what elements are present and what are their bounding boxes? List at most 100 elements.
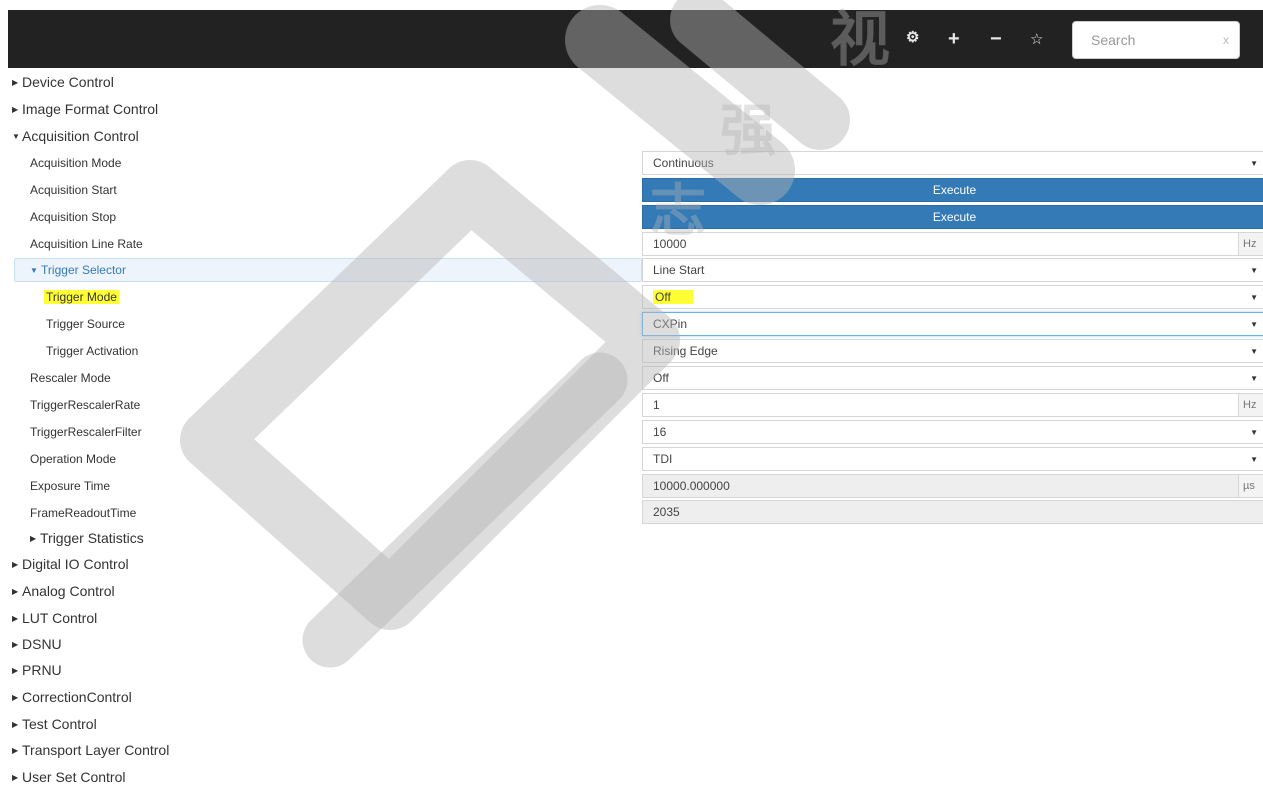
caret-right-icon: ▶ [12, 746, 19, 755]
tree-item-trigger-statistics[interactable]: ▶ Trigger Statistics [30, 530, 144, 546]
plus-icon[interactable]: + [948, 29, 960, 49]
dropdown-arrow-icon: ▼ [1250, 293, 1258, 302]
caret-right-icon: ▶ [12, 693, 19, 702]
tree-item-label: LUT Control [22, 610, 98, 626]
trigger-rescaler-filter-select[interactable]: 16 ▼ [642, 420, 1263, 444]
select-value: CXPin [653, 317, 688, 331]
tree-item-label: CorrectionControl [22, 689, 132, 705]
feature-label-exposure-time: Exposure Time [30, 479, 111, 493]
tree-item-transport-layer-control[interactable]: ▶ Transport Layer Control [12, 742, 169, 758]
tree-item-analog-control[interactable]: ▶ Analog Control [12, 583, 115, 599]
tree-item-label: Device Control [22, 74, 114, 90]
tree-item-label: Trigger Statistics [40, 530, 144, 546]
feature-label-trigger-source: Trigger Source [46, 317, 125, 331]
tree-item-digital-io-control[interactable]: ▶ Digital IO Control [12, 556, 129, 572]
caret-right-icon: ▶ [30, 534, 37, 543]
unit-label: µs [1238, 475, 1263, 497]
tree-item-test-control[interactable]: ▶ Test Control [12, 716, 97, 732]
dropdown-arrow-icon: ▼ [1250, 320, 1258, 329]
feature-label-acquisition-mode: Acquisition Mode [30, 156, 122, 170]
gear-icon[interactable]: ⚙ [906, 30, 919, 46]
feature-label-acquisition-line-rate: Acquisition Line Rate [30, 237, 143, 251]
dropdown-arrow-icon: ▼ [1250, 455, 1258, 464]
frame-readout-time-field: 2035 [642, 500, 1263, 524]
tree-item-lut-control[interactable]: ▶ LUT Control [12, 610, 97, 626]
search-box: x [1072, 21, 1240, 59]
unit-label: Hz [1238, 233, 1263, 255]
caret-right-icon: ▶ [12, 614, 19, 623]
trigger-source-select[interactable]: CXPin ▼ [642, 312, 1263, 336]
tree-item-device-control[interactable]: ▶ Device Control [12, 74, 114, 90]
caret-right-icon: ▶ [12, 666, 19, 675]
trigger-mode-select[interactable]: Off ▼ [642, 285, 1263, 309]
readonly-value: 2035 [653, 505, 680, 519]
dropdown-arrow-icon: ▼ [1250, 428, 1258, 437]
acquisition-mode-select[interactable]: Continuous ▼ [642, 151, 1263, 175]
tree-item-prnu[interactable]: ▶ PRNU [12, 662, 62, 678]
acquisition-start-execute-button[interactable]: Execute [642, 178, 1263, 202]
trigger-activation-select[interactable]: Rising Edge ▼ [642, 339, 1263, 363]
exposure-time-field: 10000.000000 µs [642, 474, 1263, 498]
select-value: Line Start [653, 263, 705, 277]
caret-right-icon: ▶ [12, 587, 19, 596]
select-value: Continuous [653, 156, 714, 170]
readonly-value: 10000.000000 [653, 479, 730, 493]
tree-item-label: Digital IO Control [22, 556, 129, 572]
search-input[interactable] [1073, 22, 1213, 58]
feature-label-operation-mode: Operation Mode [30, 452, 117, 466]
select-value: Off [653, 371, 669, 385]
tree-item-correction-control[interactable]: ▶ CorrectionControl [12, 689, 132, 705]
unit-label: Hz [1238, 394, 1263, 416]
rescaler-mode-select[interactable]: Off ▼ [642, 366, 1263, 390]
caret-right-icon: ▶ [12, 720, 19, 729]
caret-down-icon: ▼ [30, 266, 38, 275]
acquisition-line-rate-input[interactable]: 10000 Hz [642, 232, 1263, 256]
tree-item-acquisition-control[interactable]: ▼ Acquisition Control [12, 128, 139, 144]
input-value: 1 [653, 398, 660, 412]
star-icon[interactable]: ☆ [1030, 32, 1043, 48]
select-value: Off [653, 290, 693, 304]
input-value: 10000 [653, 237, 687, 251]
feature-label-acquisition-stop: Acquisition Stop [30, 210, 117, 224]
tree-item-label: User Set Control [22, 769, 126, 785]
tree-item-label: Image Format Control [22, 101, 159, 117]
minus-icon[interactable]: − [990, 29, 1002, 49]
select-value: TDI [653, 452, 673, 466]
feature-label-trigger-activation: Trigger Activation [46, 344, 139, 358]
select-value: 16 [653, 425, 667, 439]
tree-item-dsnu[interactable]: ▶ DSNU [12, 636, 62, 652]
trigger-rescaler-rate-input[interactable]: 1 Hz [642, 393, 1263, 417]
caret-right-icon: ▶ [12, 105, 19, 114]
tree-item-label: PRNU [22, 662, 62, 678]
caret-right-icon: ▶ [12, 773, 19, 782]
feature-label-rescaler-mode: Rescaler Mode [30, 371, 111, 385]
select-value: Rising Edge [653, 344, 718, 358]
caret-right-icon: ▶ [12, 640, 19, 649]
dropdown-arrow-icon: ▼ [1250, 374, 1258, 383]
acquisition-stop-execute-button[interactable]: Execute [642, 205, 1263, 229]
feature-label-trigger-rescaler-filter: TriggerRescalerFilter [30, 425, 142, 439]
search-clear-icon[interactable]: x [1223, 33, 1229, 47]
feature-label-trigger-mode: Trigger Mode [44, 290, 119, 304]
highlighted-label: Trigger Mode [44, 290, 119, 304]
dropdown-arrow-icon: ▼ [1250, 159, 1258, 168]
feature-label-trigger-rescaler-rate: TriggerRescalerRate [30, 398, 141, 412]
tree-item-label: Test Control [22, 716, 97, 732]
caret-right-icon: ▶ [12, 560, 19, 569]
tree-item-image-format-control[interactable]: ▶ Image Format Control [12, 101, 158, 117]
caret-down-icon: ▼ [12, 132, 20, 141]
feature-label-frame-readout-time: FrameReadoutTime [30, 506, 137, 520]
dropdown-arrow-icon: ▼ [1250, 347, 1258, 356]
feature-label-acquisition-start: Acquisition Start [30, 183, 117, 197]
tree-item-user-set-control[interactable]: ▶ User Set Control [12, 769, 125, 785]
caret-right-icon: ▶ [12, 78, 19, 87]
tree-item-label: DSNU [22, 636, 62, 652]
tree-item-label: Trigger Selector [41, 263, 126, 277]
tree-item-label: Acquisition Control [22, 128, 139, 144]
tree-item-trigger-selector[interactable]: ▼ Trigger Selector [14, 258, 642, 282]
tree-item-label: Analog Control [22, 583, 115, 599]
dropdown-arrow-icon: ▼ [1250, 266, 1258, 275]
trigger-selector-select[interactable]: Line Start ▼ [642, 258, 1263, 282]
operation-mode-select[interactable]: TDI ▼ [642, 447, 1263, 471]
tree-item-label: Transport Layer Control [22, 742, 170, 758]
